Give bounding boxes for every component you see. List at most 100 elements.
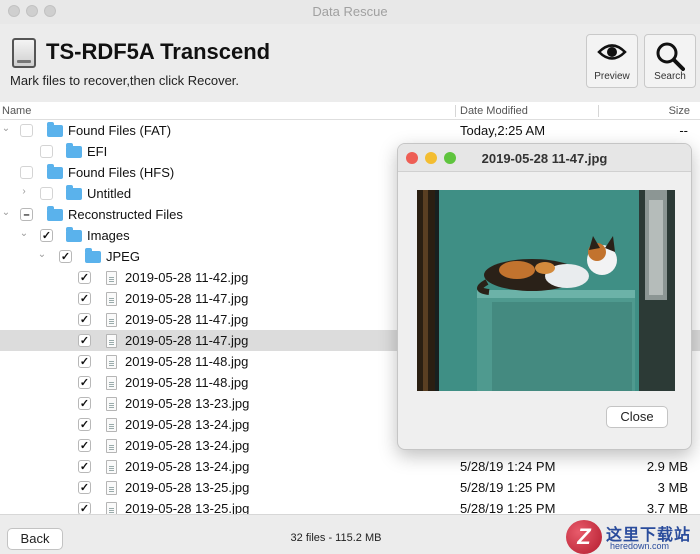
- row-size: --: [679, 123, 688, 138]
- folder-icon: [66, 143, 82, 158]
- row-checkbox[interactable]: ✓: [78, 502, 91, 514]
- watermark-url: heredown.com: [610, 541, 670, 551]
- row-name: 2019-05-28 13-24.jpg: [125, 459, 250, 474]
- row-checkbox[interactable]: ✓: [78, 376, 91, 389]
- row-name: 2019-05-28 13-25.jpg: [125, 501, 250, 514]
- window-title: Data Rescue: [312, 4, 388, 19]
- row-name: 2019-05-28 13-24.jpg: [125, 417, 250, 432]
- file-icon: [106, 355, 117, 369]
- row-date: Today,2:25 AM: [460, 123, 546, 138]
- watermark-logo-icon: Z: [566, 520, 602, 554]
- row-checkbox[interactable]: ✓: [78, 313, 91, 326]
- preview-title-bar[interactable]: 2019-05-28 11-47.jpg: [398, 144, 691, 172]
- folder-icon: [85, 248, 101, 263]
- chevron-down-icon[interactable]: ⌄: [19, 228, 29, 239]
- row-checkbox[interactable]: ✓: [78, 439, 91, 452]
- row-checkbox[interactable]: ✓: [78, 355, 91, 368]
- column-name[interactable]: Name: [2, 105, 31, 117]
- device-name: TS-RDF5A Transcend: [46, 39, 271, 64]
- chevron-down-icon[interactable]: ⌄: [37, 249, 47, 260]
- row-name: 2019-05-28 13-23.jpg: [125, 396, 250, 411]
- folder-icon: [66, 227, 82, 242]
- row-name: 2019-05-28 13-25.jpg: [125, 480, 250, 495]
- search-button[interactable]: Search: [644, 34, 696, 88]
- row-checkbox[interactable]: ✓: [78, 292, 91, 305]
- file-icon: [106, 313, 117, 327]
- row-name: Reconstructed Files: [68, 207, 183, 222]
- row-checkbox[interactable]: ✓: [78, 418, 91, 431]
- list-item[interactable]: ✓ 2019-05-28 13-25.jpg 5/28/19 1:25 PM 3…: [0, 498, 700, 514]
- row-size: 3.7 MB: [646, 501, 688, 514]
- preview-button[interactable]: Preview: [586, 34, 638, 88]
- chevron-down-icon[interactable]: ⌄: [1, 123, 11, 134]
- chevron-right-icon[interactable]: ›: [19, 186, 29, 197]
- list-item[interactable]: ✓ 2019-05-28 13-25.jpg 5/28/19 1:25 PM 3…: [0, 477, 700, 498]
- header: TS-RDF5A Transcend Mark files to recover…: [0, 24, 700, 102]
- row-checkbox[interactable]: [40, 145, 53, 158]
- file-icon: [106, 439, 117, 453]
- preview-title: 2019-05-28 11-47.jpg: [481, 151, 608, 166]
- file-icon: [106, 418, 117, 432]
- row-name: 2019-05-28 11-47.jpg: [125, 333, 249, 348]
- row-checkbox-mixed[interactable]: –: [20, 208, 33, 221]
- row-name: Found Files (FAT): [68, 123, 172, 138]
- column-divider[interactable]: [598, 105, 599, 117]
- row-checkbox[interactable]: ✓: [40, 229, 53, 242]
- row-name: JPEG: [106, 249, 140, 264]
- list-item[interactable]: ✓ 2019-05-28 13-24.jpg 5/28/19 1:24 PM 2…: [0, 456, 700, 477]
- row-date: 5/28/19 1:24 PM: [460, 459, 556, 474]
- file-icon: [106, 292, 117, 306]
- chevron-down-icon[interactable]: ⌄: [1, 207, 11, 218]
- row-name: EFI: [87, 144, 108, 159]
- column-header: Name Date Modified Size: [0, 102, 700, 120]
- title-bar: Data Rescue: [0, 0, 700, 24]
- folder-icon: [47, 206, 63, 221]
- row-name: Found Files (HFS): [68, 165, 175, 180]
- row-checkbox[interactable]: ✓: [78, 397, 91, 410]
- close-button[interactable]: Close: [606, 406, 668, 428]
- column-date[interactable]: Date Modified: [460, 105, 528, 117]
- row-name: 2019-05-28 13-24.jpg: [125, 438, 250, 453]
- row-checkbox[interactable]: ✓: [78, 334, 91, 347]
- file-icon: [106, 334, 117, 348]
- row-date: 5/28/19 1:25 PM: [460, 501, 556, 514]
- column-divider[interactable]: [455, 105, 456, 117]
- file-icon: [106, 460, 117, 474]
- row-name: 2019-05-28 11-42.jpg: [125, 270, 249, 285]
- file-icon: [106, 481, 117, 495]
- search-icon: [656, 42, 685, 71]
- file-icon: [106, 271, 117, 285]
- preview-image: [417, 190, 675, 391]
- row-checkbox[interactable]: ✓: [78, 481, 91, 494]
- row-checkbox[interactable]: ✓: [59, 250, 72, 263]
- search-label: Search: [654, 71, 686, 82]
- list-item[interactable]: ⌄ Found Files (FAT) Today,2:25 AM --: [0, 120, 700, 141]
- row-date: 5/28/19 1:25 PM: [460, 480, 556, 495]
- column-size[interactable]: Size: [669, 105, 690, 117]
- row-name: Images: [87, 228, 130, 243]
- drive-icon: [12, 38, 36, 68]
- row-checkbox[interactable]: [20, 166, 33, 179]
- footer: Back 32 files - 115.2 MB Z 这里下载站 heredow…: [0, 514, 700, 554]
- file-icon: [106, 397, 117, 411]
- row-name: 2019-05-28 11-48.jpg: [125, 354, 249, 369]
- row-name: 2019-05-28 11-48.jpg: [125, 375, 249, 390]
- preview-label: Preview: [594, 71, 630, 82]
- watermark: Z 这里下载站 heredown.com: [566, 520, 700, 554]
- folder-icon: [66, 185, 82, 200]
- preview-window: 2019-05-28 11-47.jpg Close: [397, 143, 692, 450]
- row-name: 2019-05-28 11-47.jpg: [125, 291, 249, 306]
- file-icon: [106, 502, 117, 514]
- row-name: Untitled: [87, 186, 132, 201]
- row-size: 3 MB: [657, 480, 688, 495]
- row-checkbox[interactable]: [20, 124, 33, 137]
- instructions-text: Mark files to recover,then click Recover…: [10, 73, 240, 88]
- row-checkbox[interactable]: [40, 187, 53, 200]
- row-name: 2019-05-28 11-47.jpg: [125, 312, 249, 327]
- eye-icon: [597, 44, 627, 60]
- folder-icon: [47, 164, 63, 179]
- folder-icon: [47, 122, 63, 137]
- row-checkbox[interactable]: ✓: [78, 271, 91, 284]
- file-icon: [106, 376, 117, 390]
- row-checkbox[interactable]: ✓: [78, 460, 91, 473]
